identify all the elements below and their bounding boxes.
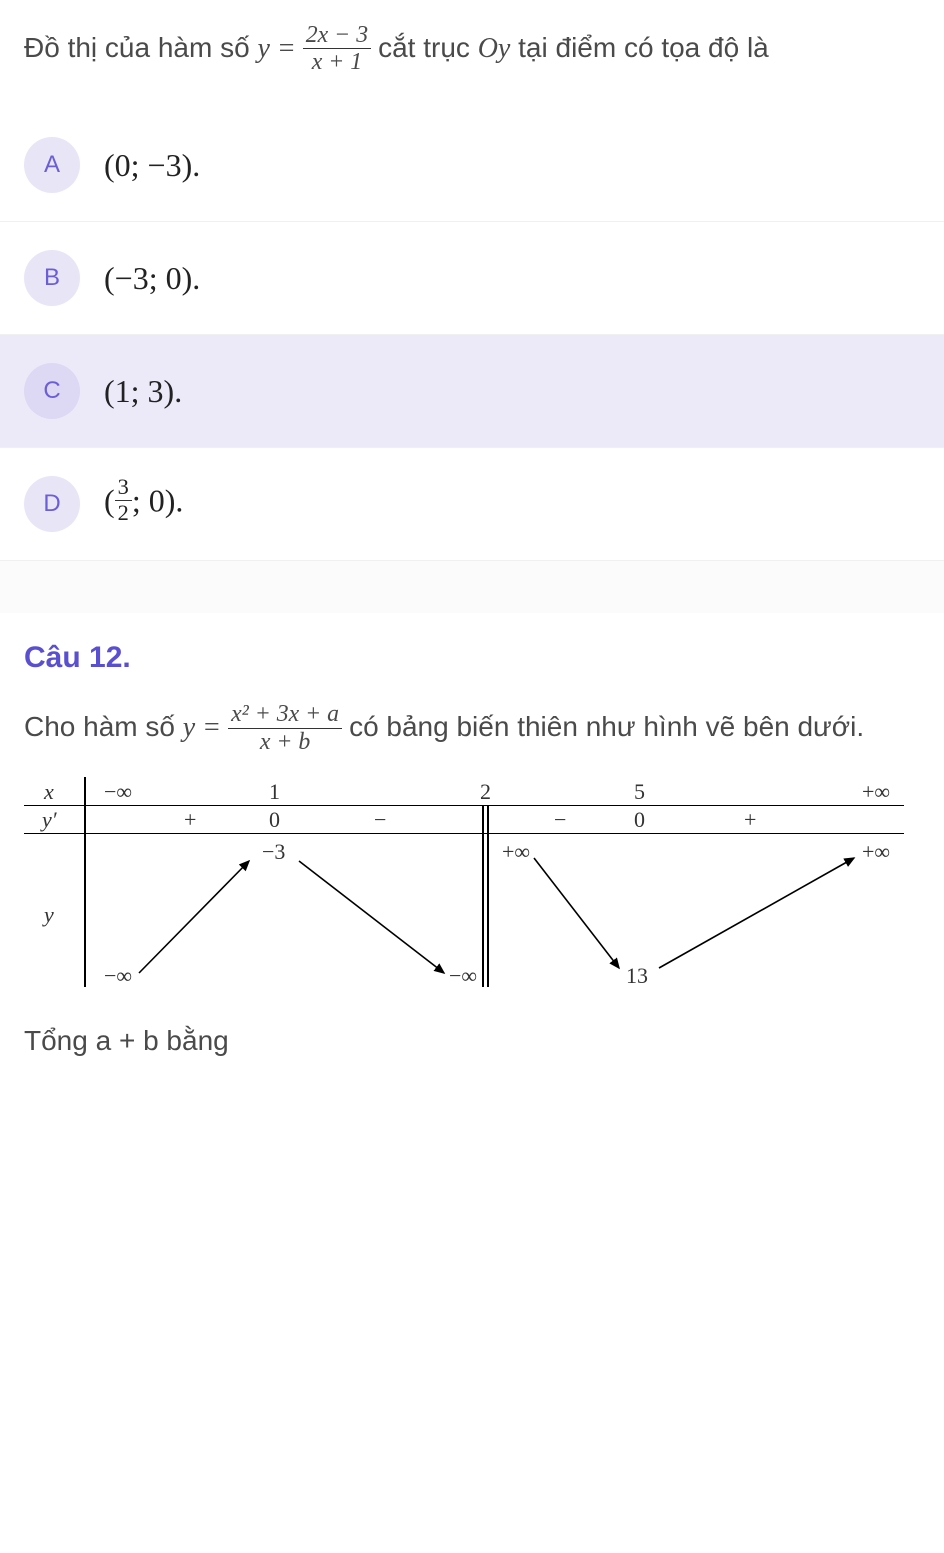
question-12-text: Cho hàm số y = x² + 3x + a x + b có bảng… <box>24 703 920 756</box>
option-b-letter: B <box>24 250 80 306</box>
option-d[interactable]: D (32; 0). <box>0 448 944 561</box>
vt-yprime-label: y′ <box>42 807 57 833</box>
question-1: Đồ thị của hàm số y = 2x − 3 x + 1 cắt t… <box>0 0 944 77</box>
vt-yp-minus-2: − <box>554 807 566 833</box>
option-b[interactable]: B (−3; 0). <box>0 222 944 335</box>
option-d-fraction: 32 <box>115 475 132 525</box>
q12-equation: y = x² + 3x + a x + b <box>183 712 349 743</box>
q1-fraction: 2x − 3 x + 1 <box>303 22 371 75</box>
question-12-final: Tổng a + b bằng <box>24 1015 920 1085</box>
q1-Oy: Oy <box>478 33 511 64</box>
vt-yp-plus-1: + <box>184 807 196 833</box>
vt-x-1: 1 <box>269 779 280 805</box>
vt-yp-plus-2: + <box>744 807 756 833</box>
q12-text-mid: có bảng biến thiên như hình vẽ bên dưới. <box>349 711 864 742</box>
variation-table: x y′ y −∞ 1 2 5 +∞ + 0 − − 0 + −∞ −3 −∞ … <box>24 777 904 987</box>
option-d-content: (32; 0). <box>104 479 183 529</box>
options-list: A (0; −3). B (−3; 0). C (1; 3). D (32; 0… <box>0 109 944 561</box>
section-spacer <box>0 561 944 613</box>
option-a-letter: A <box>24 137 80 193</box>
option-b-content: (−3; 0). <box>104 260 200 297</box>
option-a-content: (0; −3). <box>104 147 200 184</box>
question-12: Câu 12. Cho hàm số y = x² + 3x + a x + b… <box>0 613 944 1108</box>
question-12-title: Câu 12. <box>24 641 920 675</box>
q12-text-before: Cho hàm số <box>24 711 183 742</box>
vt-yp-zero-1: 0 <box>269 807 280 833</box>
vt-x-5: 5 <box>634 779 645 805</box>
q1-equation: y = 2x − 3 x + 1 <box>257 33 378 64</box>
vt-y-label: y <box>44 902 54 928</box>
vt-x-label: x <box>44 779 54 805</box>
vt-yp-zero-2: 0 <box>634 807 645 833</box>
option-a[interactable]: A (0; −3). <box>0 109 944 222</box>
vt-arrows <box>84 833 904 988</box>
vt-x-posinf: +∞ <box>862 779 890 805</box>
option-c-letter: C <box>24 363 80 419</box>
question-1-text: Đồ thị của hàm số y = 2x − 3 x + 1 cắt t… <box>24 24 920 77</box>
vt-row-divider-1 <box>24 805 904 807</box>
q1-text-before: Đồ thị của hàm số <box>24 32 257 63</box>
vt-x-neginf: −∞ <box>104 779 132 805</box>
q1-text-after: tại điểm có tọa độ là <box>518 32 769 63</box>
option-d-letter: D <box>24 476 80 532</box>
vt-x-2: 2 <box>480 779 491 805</box>
option-c-content: (1; 3). <box>104 373 182 410</box>
q1-text-mid: cắt trục <box>378 32 478 63</box>
vt-yp-minus-1: − <box>374 807 386 833</box>
q12-fraction: x² + 3x + a x + b <box>228 701 342 754</box>
option-c[interactable]: C (1; 3). <box>0 335 944 448</box>
